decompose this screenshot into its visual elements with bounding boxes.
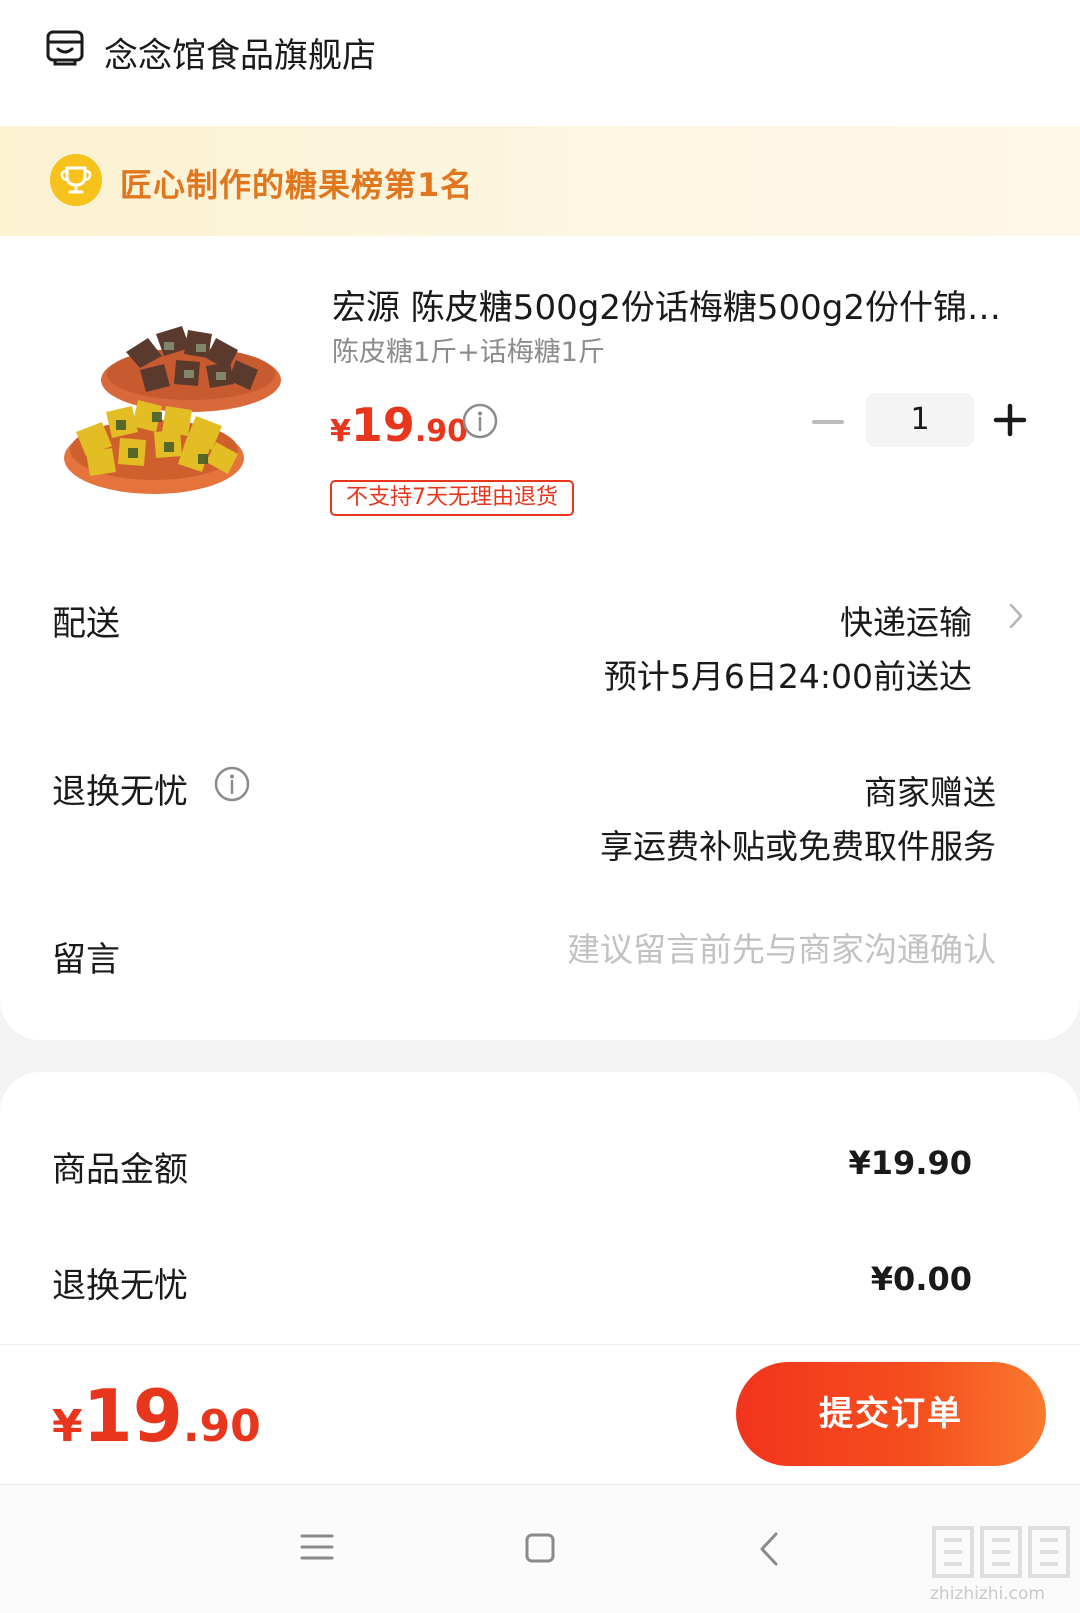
info-icon[interactable] — [462, 403, 498, 439]
shipping-method[interactable]: 快递运输 — [840, 596, 972, 644]
chevron-right-icon[interactable] — [1006, 601, 1026, 631]
rank-text: 匠心制作的糖果榜第1名 — [120, 166, 474, 204]
decrease-quantity-button[interactable] — [810, 404, 846, 440]
total-integer: 19 — [82, 1374, 183, 1458]
trophy-icon — [50, 154, 102, 206]
total-decimal: .90 — [182, 1401, 261, 1452]
store-icon — [46, 30, 84, 66]
product-title[interactable]: 宏源 陈皮糖500g2份话梅糖500g2份什锦… — [332, 280, 1032, 329]
quantity-value[interactable]: 1 — [866, 393, 974, 447]
return-service-provider: 商家赠送 — [864, 773, 996, 812]
total-currency: ¥ — [52, 1401, 83, 1452]
price-currency: ¥ — [330, 414, 351, 449]
back-icon[interactable] — [756, 1530, 782, 1568]
shop-name[interactable]: 念念馆食品旗舰店 — [104, 28, 376, 77]
increase-quantity-button[interactable] — [992, 402, 1028, 438]
return-service-fee-label: 退换无忧 — [52, 1266, 188, 1306]
message-input[interactable] — [496, 930, 996, 969]
info-icon[interactable] — [214, 766, 250, 802]
price-decimal: .90 — [414, 414, 469, 449]
home-icon[interactable] — [524, 1532, 556, 1564]
shipping-label: 配送 — [52, 604, 120, 644]
total-price: ¥19.90 — [52, 1374, 261, 1458]
product-spec[interactable]: 陈皮糖1斤+话梅糖1斤 — [332, 330, 605, 369]
watermark-text: zhizhizhi.com — [930, 1584, 1045, 1604]
return-service-fee-value: ¥0.00 — [870, 1260, 972, 1298]
return-policy-tag: 不支持7天无理由退货 — [330, 480, 574, 516]
product-price: ¥19.90 — [330, 398, 468, 452]
goods-amount-label: 商品金额 — [52, 1150, 188, 1190]
return-service-label: 退换无忧 — [52, 772, 188, 812]
return-service-description: 享运费补贴或免费取件服务 — [600, 827, 996, 866]
rank-banner[interactable]: 匠心制作的糖果榜第1名 — [0, 126, 1080, 236]
message-label: 留言 — [52, 940, 120, 980]
price-integer: 19 — [350, 398, 415, 452]
goods-amount-value: ¥19.90 — [848, 1144, 972, 1182]
submit-order-button[interactable]: 提交订单 — [736, 1362, 1046, 1466]
menu-icon[interactable] — [300, 1530, 334, 1564]
shipping-eta: 预计5月6日24:00前送达 — [603, 657, 972, 696]
product-image[interactable] — [56, 282, 296, 522]
